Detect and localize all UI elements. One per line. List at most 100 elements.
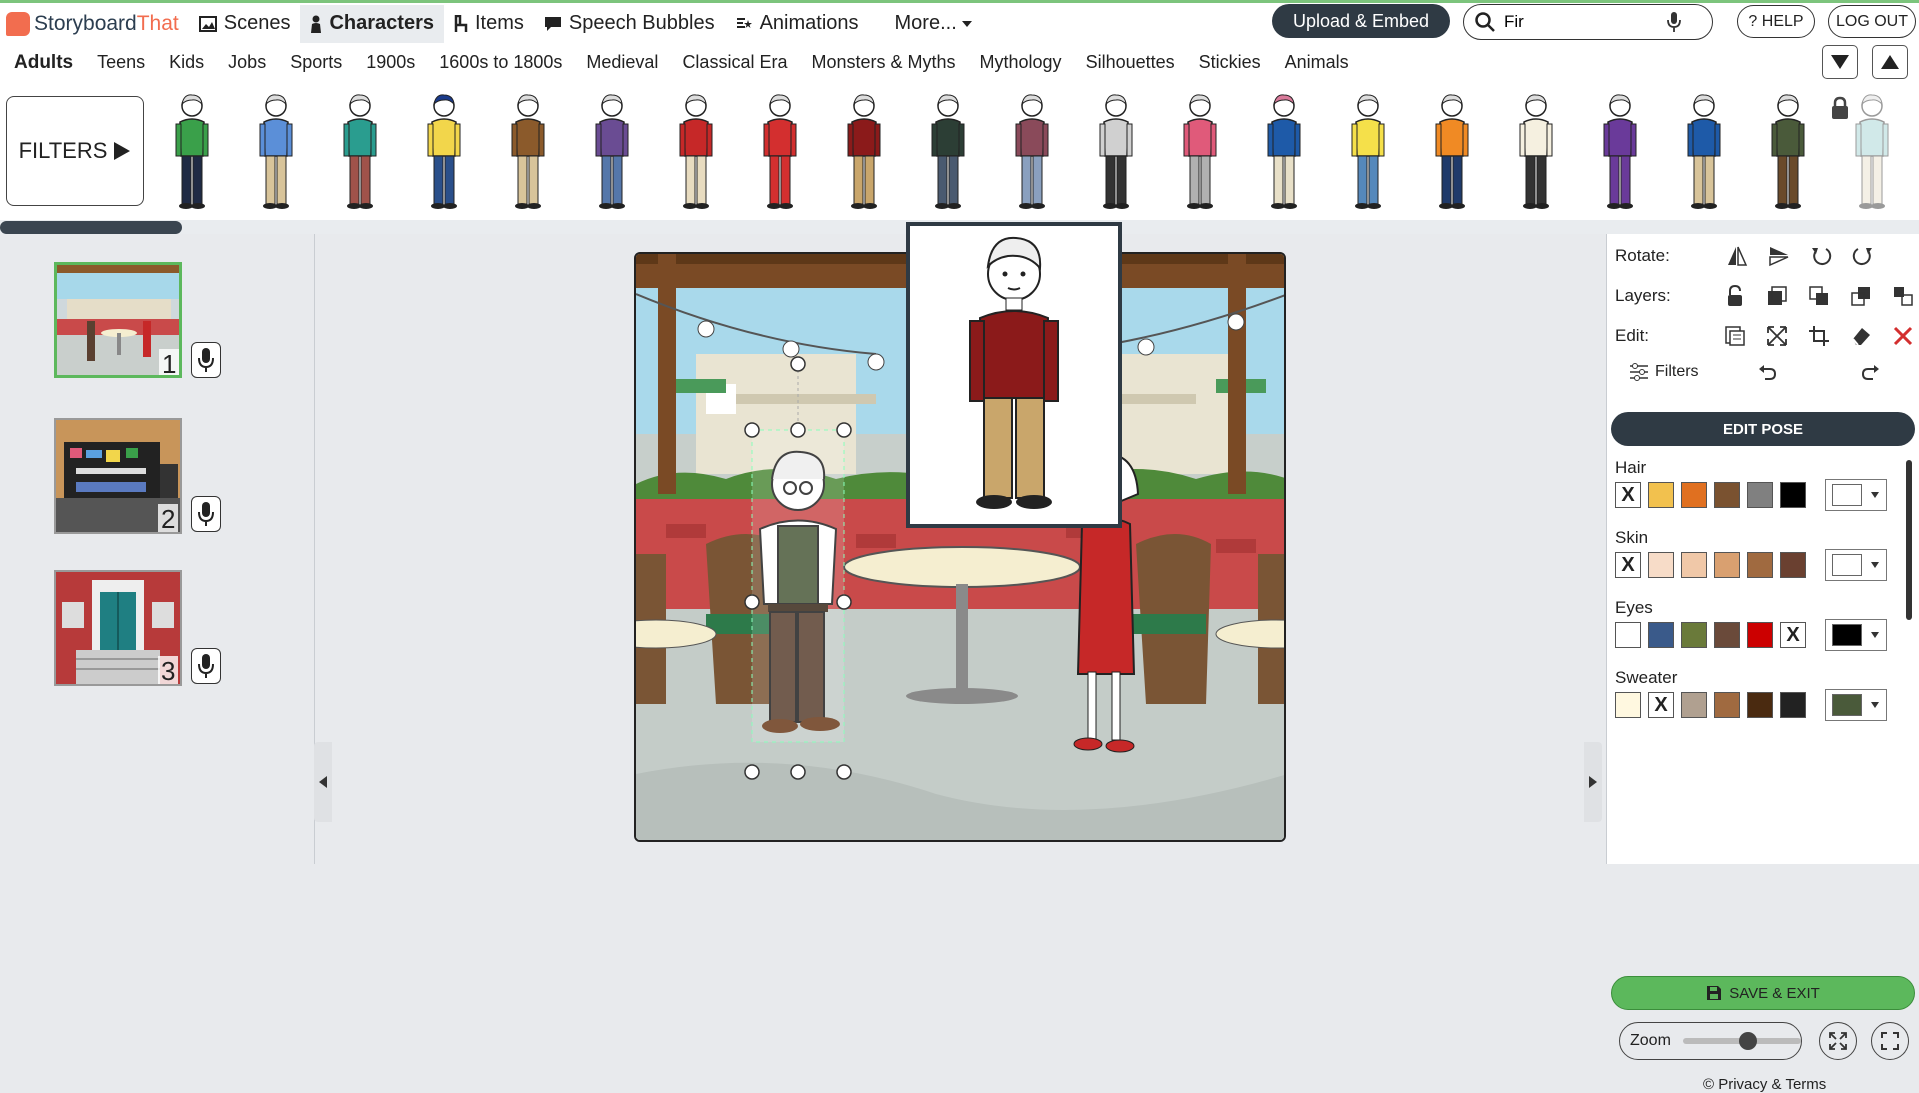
storyboardthat-logo[interactable]: Storyboard That	[6, 4, 179, 44]
character-option[interactable]	[1432, 92, 1472, 212]
character-option[interactable]	[844, 92, 884, 212]
color-swatch[interactable]	[1747, 482, 1773, 508]
category-1900s[interactable]: 1900s	[354, 52, 427, 74]
color-swatch[interactable]	[1747, 692, 1773, 718]
character-option[interactable]	[340, 92, 380, 212]
no-color-swatch[interactable]: X	[1615, 482, 1641, 508]
category-adults[interactable]: Adults	[2, 52, 85, 74]
color-swatch[interactable]	[1714, 622, 1740, 648]
character-option[interactable]	[1600, 92, 1640, 212]
color-picker-dropdown[interactable]	[1825, 549, 1887, 581]
filters-toggle[interactable]: Filters	[1629, 363, 1699, 381]
no-color-swatch[interactable]: X	[1615, 552, 1641, 578]
privacy-terms-link[interactable]: © Privacy & Terms	[1703, 1076, 1826, 1093]
character-option[interactable]	[928, 92, 968, 212]
upload-embed-button[interactable]: Upload & Embed	[1272, 4, 1450, 38]
category-animals[interactable]: Animals	[1273, 52, 1361, 74]
category-jobs[interactable]: Jobs	[216, 52, 278, 74]
search-box[interactable]	[1463, 4, 1713, 40]
filters-button[interactable]: FILTERS	[6, 96, 144, 206]
color-swatch[interactable]	[1615, 692, 1641, 718]
scroll-up-button[interactable]	[1872, 45, 1908, 79]
character-option[interactable]	[1180, 92, 1220, 212]
delete-icon[interactable]	[1891, 324, 1915, 348]
character-option[interactable]	[1516, 92, 1556, 212]
character-option[interactable]	[676, 92, 716, 212]
cell-thumbnail-3[interactable]: 3	[54, 570, 182, 686]
microphone-icon[interactable]	[1666, 11, 1682, 33]
edit-pose-button[interactable]: EDIT POSE	[1611, 412, 1915, 446]
character-option[interactable]	[508, 92, 548, 212]
color-swatch[interactable]	[1780, 692, 1806, 718]
unlock-icon[interactable]	[1723, 284, 1747, 308]
character-option[interactable]	[592, 92, 632, 212]
cell-thumbnail-1[interactable]: 1	[54, 262, 182, 378]
character-strip-scroll-thumb[interactable]	[0, 221, 182, 234]
category-sports[interactable]: Sports	[278, 52, 354, 74]
logout-button[interactable]: LOG OUT	[1828, 5, 1916, 38]
collapse-left-panel-button[interactable]	[314, 742, 332, 822]
color-swatch[interactable]	[1780, 552, 1806, 578]
color-swatch[interactable]	[1714, 692, 1740, 718]
character-option[interactable]	[256, 92, 296, 212]
tab-items[interactable]: Items	[444, 5, 534, 43]
category-kids[interactable]: Kids	[157, 52, 216, 74]
character-option[interactable]	[1348, 92, 1388, 212]
duplicate-icon[interactable]	[1723, 324, 1747, 348]
cell-3-audio-button[interactable]	[191, 648, 221, 684]
color-swatch[interactable]	[1714, 552, 1740, 578]
character-option[interactable]	[1684, 92, 1724, 212]
cell-1-audio-button[interactable]	[191, 342, 221, 378]
cell-2-audio-button[interactable]	[191, 496, 221, 532]
send-backward-icon[interactable]	[1849, 284, 1873, 308]
category-classical-era[interactable]: Classical Era	[670, 52, 799, 74]
color-swatch[interactable]	[1681, 622, 1707, 648]
character-option[interactable]	[1768, 92, 1808, 212]
character-option[interactable]	[172, 92, 212, 212]
flip-horizontal-icon[interactable]	[1725, 244, 1749, 268]
character-option[interactable]	[760, 92, 800, 212]
character-option[interactable]	[424, 92, 464, 212]
color-swatch[interactable]	[1780, 482, 1806, 508]
properties-scrollbar[interactable]	[1906, 460, 1912, 620]
color-swatch[interactable]	[1648, 552, 1674, 578]
flip-vertical-icon[interactable]	[1767, 244, 1791, 268]
tab-animations[interactable]: Animations	[725, 5, 869, 43]
category-monsters-myths[interactable]: Monsters & Myths	[799, 52, 967, 74]
color-picker-dropdown[interactable]	[1825, 619, 1887, 651]
category-mythology[interactable]: Mythology	[968, 52, 1074, 74]
color-swatch[interactable]	[1747, 622, 1773, 648]
character-option[interactable]	[1096, 92, 1136, 212]
fullscreen-button[interactable]	[1871, 1022, 1909, 1060]
eraser-icon[interactable]	[1849, 324, 1873, 348]
tab-scenes[interactable]: Scenes	[189, 5, 301, 43]
no-color-swatch[interactable]: X	[1780, 622, 1806, 648]
color-swatch[interactable]	[1648, 482, 1674, 508]
color-swatch[interactable]	[1681, 482, 1707, 508]
scroll-down-button[interactable]	[1822, 45, 1858, 79]
bring-forward-icon[interactable]	[1807, 284, 1831, 308]
help-button[interactable]: ? HELP	[1737, 5, 1815, 38]
color-picker-dropdown[interactable]	[1825, 689, 1887, 721]
character-option[interactable]	[1012, 92, 1052, 212]
category-teens[interactable]: Teens	[85, 52, 157, 74]
rotate-right-icon[interactable]	[1851, 244, 1875, 268]
color-swatch[interactable]	[1681, 552, 1707, 578]
category-silhouettes[interactable]: Silhouettes	[1074, 52, 1187, 74]
character-option[interactable]	[1264, 92, 1304, 212]
tab-more[interactable]: More...	[885, 5, 990, 43]
category-medieval[interactable]: Medieval	[574, 52, 670, 74]
category-stickies[interactable]: Stickies	[1187, 52, 1273, 74]
category-1600s-to-1800s[interactable]: 1600s to 1800s	[427, 52, 574, 74]
character-option[interactable]	[1852, 92, 1892, 212]
zoom-slider-handle[interactable]	[1739, 1032, 1757, 1050]
send-to-back-icon[interactable]	[1891, 284, 1915, 308]
redo-icon[interactable]	[1859, 360, 1883, 384]
no-color-swatch[interactable]: X	[1648, 692, 1674, 718]
undo-icon[interactable]	[1755, 360, 1779, 384]
fit-to-screen-button[interactable]	[1819, 1022, 1857, 1060]
color-swatch[interactable]	[1714, 482, 1740, 508]
resize-icon[interactable]	[1765, 324, 1789, 348]
crop-icon[interactable]	[1807, 324, 1831, 348]
search-input[interactable]	[1504, 12, 1654, 32]
